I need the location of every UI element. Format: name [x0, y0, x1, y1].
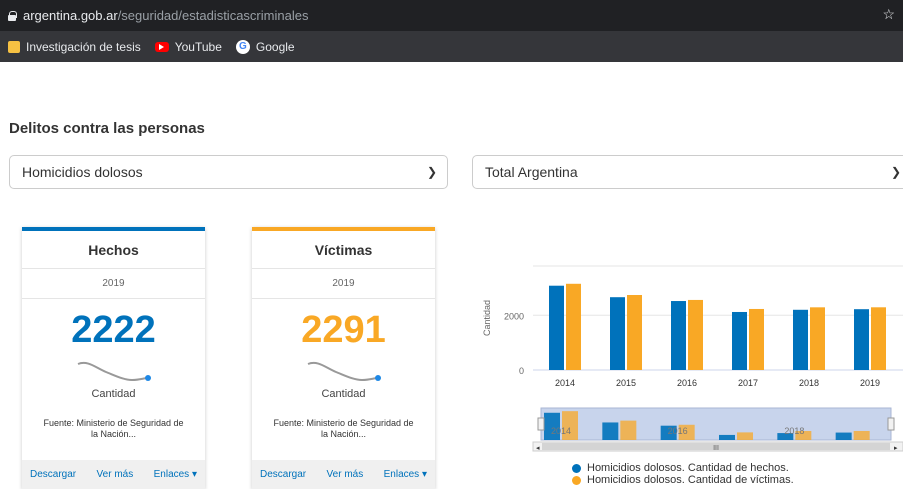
- x-tick-label: 2017: [738, 378, 758, 388]
- url-path: /seguridad/estadisticascriminales: [117, 8, 309, 23]
- x-tick-label: 2014: [555, 378, 575, 388]
- bookmark-google[interactable]: G Google: [235, 39, 295, 54]
- card-source: Fuente: Ministerio de Seguridad de la Na…: [273, 418, 414, 439]
- card-unit: Cantidad: [321, 388, 366, 400]
- legend-label: Homicidios dolosos. Cantidad de víctimas…: [587, 474, 794, 486]
- bar-hechos: [610, 297, 625, 370]
- bookmark-star-icon[interactable]: ☆: [882, 6, 895, 23]
- bar-victimas: [688, 299, 703, 370]
- card-value: 2222: [71, 309, 156, 351]
- navigator-bar: [620, 420, 637, 440]
- card-unit: Cantidad: [91, 388, 136, 400]
- legend-marker: [572, 463, 581, 473]
- x-tick-label: 2015: [616, 378, 636, 388]
- x-tick-label: 2019: [860, 378, 880, 388]
- y-tick-label: 0: [519, 366, 524, 376]
- bar-hechos: [793, 309, 808, 370]
- card-footer: Descargar Ver más Enlaces ▾: [22, 460, 205, 489]
- ver-mas-link[interactable]: Ver más: [97, 469, 134, 480]
- navigator-label: 2018: [784, 426, 804, 436]
- bar-hechos: [854, 309, 869, 370]
- download-link[interactable]: Descargar: [30, 469, 76, 480]
- card-year: 2019: [252, 269, 435, 299]
- bar-victimas: [749, 308, 764, 370]
- chevron-down-icon: ❯: [890, 165, 901, 179]
- scroll-right-arrow: ▸: [894, 445, 898, 452]
- navigator-bar: [719, 434, 735, 440]
- x-tick-label: 2016: [677, 378, 697, 388]
- card-value: 2291: [301, 309, 386, 351]
- card-title: Hechos: [22, 231, 205, 269]
- bookmark-label: YouTube: [174, 39, 222, 54]
- bar-hechos: [549, 285, 564, 370]
- address-bar[interactable]: argentina.gob.ar/seguridad/estadisticasc…: [0, 0, 903, 31]
- card-hechos: Hechos 2019 2222 Cantidad Fuente: Minist…: [22, 227, 205, 489]
- bar-victimas: [566, 283, 581, 370]
- ver-mas-link[interactable]: Ver más: [327, 469, 364, 480]
- legend-item-victimas[interactable]: Homicidios dolosos. Cantidad de víctimas…: [572, 474, 794, 486]
- navigator-label: 2016: [668, 426, 688, 436]
- google-icon: G: [235, 39, 250, 54]
- crime-type-select[interactable]: Homicidios dolosos ❯: [9, 155, 448, 189]
- scroll-left-arrow: ◂: [536, 445, 540, 452]
- y-axis-label: Cantidad: [482, 300, 492, 336]
- bookmark-investigacion[interactable]: Investigación de tesis: [8, 40, 141, 54]
- sparkline: [307, 362, 381, 382]
- bar-victimas: [627, 295, 642, 370]
- legend-marker: [572, 475, 581, 485]
- navigator-bar: [835, 432, 852, 440]
- card-footer: Descargar Ver más Enlaces ▾: [252, 460, 435, 489]
- sparkline: [77, 362, 151, 382]
- bar-chart: 0 2000 Cantidad 2014 2015 2016 2017 2018 2019 201…: [482, 265, 903, 452]
- url-host: argentina.gob.ar: [23, 8, 118, 23]
- card-source: Fuente: Ministerio de Seguridad de la Na…: [43, 418, 184, 439]
- bookmark-youtube[interactable]: YouTube: [154, 39, 222, 54]
- bookmark-label: Investigación de tesis: [26, 39, 141, 54]
- lock-icon: [8, 10, 17, 21]
- bar-hechos: [671, 301, 686, 370]
- crime-type-value: Homicidios dolosos: [22, 164, 143, 180]
- region-value: Total Argentina: [485, 164, 578, 180]
- y-tick-label: 2000: [504, 311, 524, 321]
- navigator-bar: [853, 430, 870, 440]
- chart-legend: Homicidios dolosos. Cantidad de hechos. …: [572, 462, 794, 486]
- bar-victimas: [810, 307, 825, 370]
- folder-icon: [8, 40, 20, 53]
- download-link[interactable]: Descargar: [260, 469, 306, 480]
- scrollbar-grip: III: [713, 445, 719, 452]
- x-tick-label: 2018: [799, 378, 819, 388]
- navigator-bar: [602, 422, 619, 440]
- bookmark-label: Google: [255, 39, 295, 54]
- bar-victimas: [871, 307, 886, 370]
- card-victimas: Víctimas 2019 2291 Cantidad Fuente: Mini…: [252, 227, 435, 489]
- youtube-icon: [154, 41, 169, 52]
- navigator-handle: [537, 417, 545, 431]
- bar-hechos: [732, 311, 747, 370]
- card-title: Víctimas: [252, 231, 435, 269]
- navigator-label: 2014: [551, 426, 571, 436]
- enlaces-dropdown[interactable]: Enlaces ▾: [154, 469, 197, 480]
- region-select[interactable]: Total Argentina ❯: [472, 155, 903, 189]
- card-year: 2019: [22, 269, 205, 299]
- navigator-handle: [887, 417, 895, 431]
- enlaces-dropdown[interactable]: Enlaces ▾: [384, 469, 427, 480]
- chevron-down-icon: ❯: [426, 165, 437, 179]
- bookmarks-bar: Investigación de tesis YouTube G Google: [0, 31, 903, 62]
- legend-item-hechos[interactable]: Homicidios dolosos. Cantidad de hechos.: [572, 462, 794, 474]
- navigator-bar: [737, 432, 753, 440]
- section-title: Delitos contra las personas: [9, 120, 205, 137]
- legend-label: Homicidios dolosos. Cantidad de hechos.: [587, 462, 789, 474]
